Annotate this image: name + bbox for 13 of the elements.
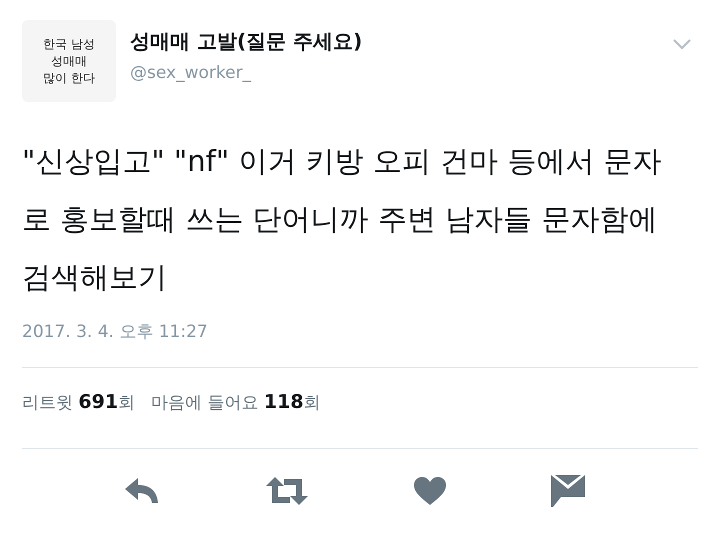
avatar-text: 성매매 [51,52,87,70]
envelope-icon[interactable] [551,475,586,507]
stat-count[interactable]: 리트윗 691회 [22,390,136,414]
stat-count[interactable]: 마음에 들어요 118회 [151,390,321,414]
avatar[interactable]: 한국 남성 성매매 많이 한다 [22,20,116,102]
avatar-text: 한국 남성 [43,36,95,52]
tweet-text: "신상입고" "nf" 이거 키방 오피 건마 등에서 문자로 홍보할때 쓰는 단어니까 주변 남자들 문자함에 검색해보기 [22,143,662,296]
reply-icon[interactable] [124,478,161,504]
author-name[interactable]: 성매매 고발(질문 주세요) [130,28,658,55]
heart-icon[interactable] [414,477,446,505]
retweet-icon[interactable] [266,477,308,505]
avatar-text: 많이 한다 [43,70,95,86]
tweet-time: 2017. 3. 4. 오후 11:27 [22,321,208,343]
